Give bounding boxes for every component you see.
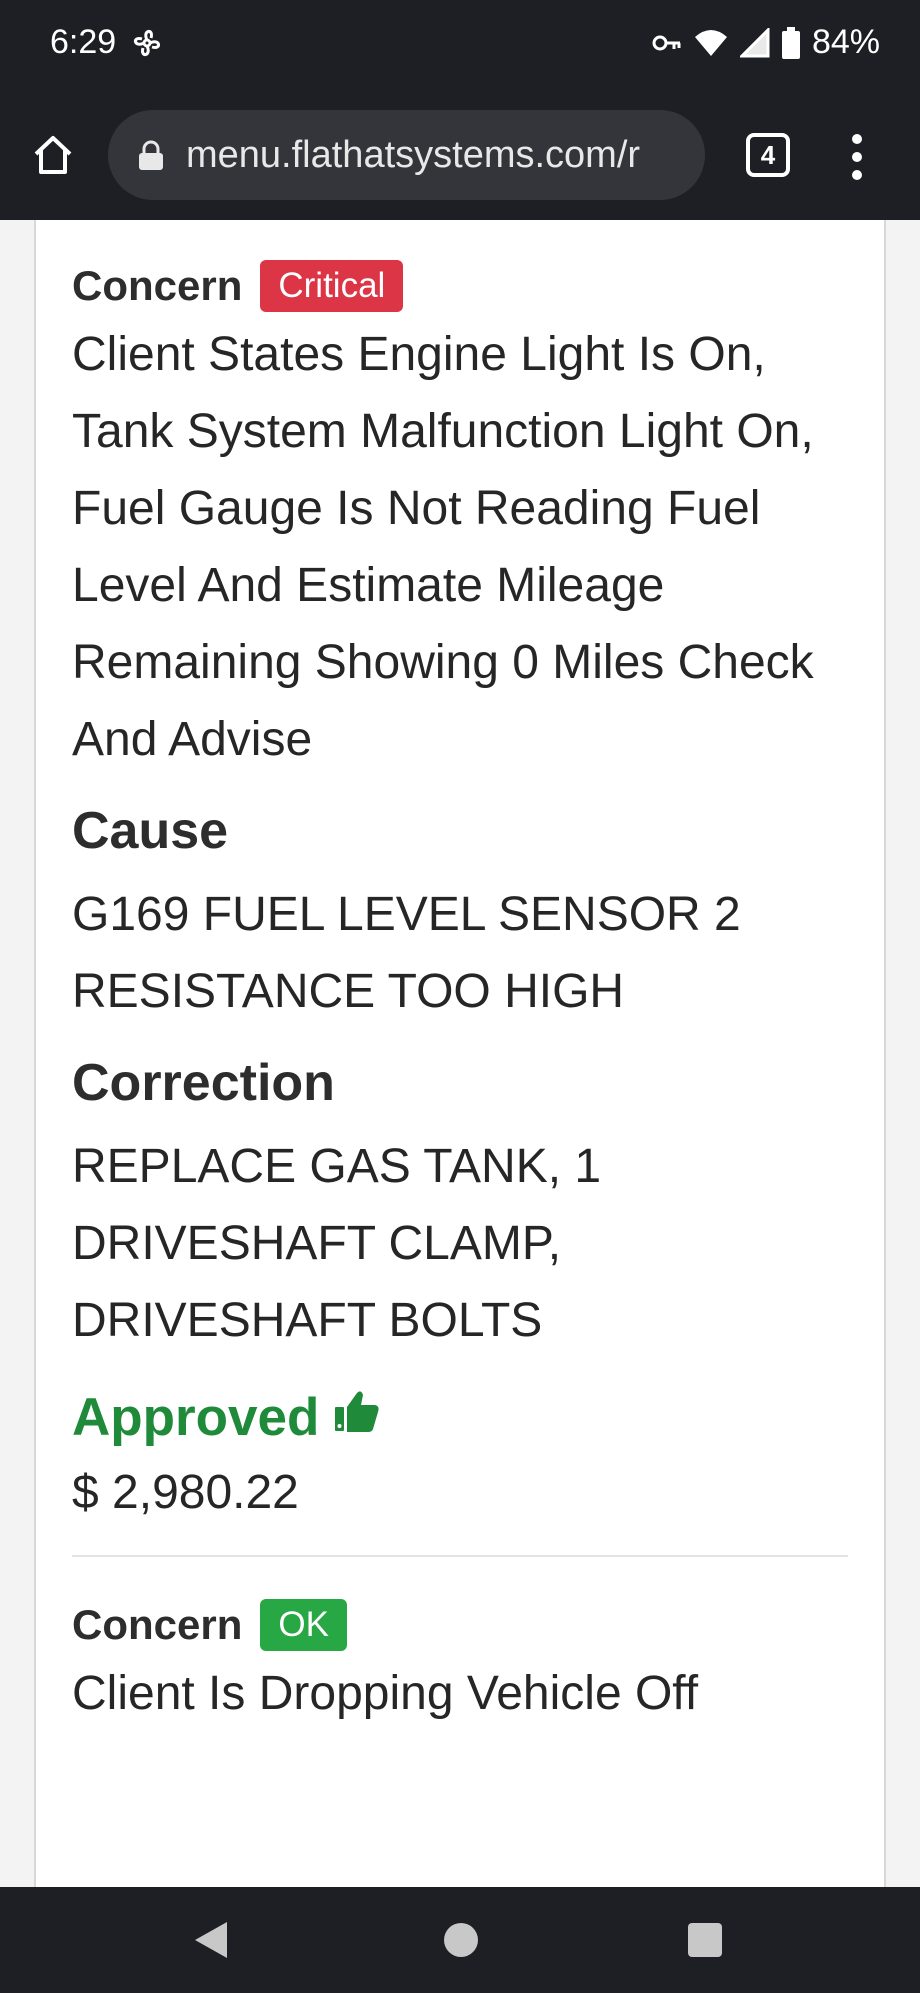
- severity-badge: OK: [260, 1599, 347, 1651]
- cause-text: G169 FUEL LEVEL SENSOR 2 RESISTANCE TOO …: [72, 888, 741, 1018]
- item-divider: [72, 1555, 848, 1557]
- lock-icon: [138, 140, 164, 170]
- approved-label: Approved: [72, 1388, 320, 1447]
- tab-switcher-button[interactable]: 4: [746, 133, 790, 177]
- back-icon[interactable]: [193, 1920, 229, 1965]
- price: $ 2,980.22: [72, 1466, 299, 1519]
- status-bar: 6:29 84%: [0, 0, 920, 85]
- thumbs-up-icon: [333, 1385, 381, 1451]
- fan-icon: [130, 26, 164, 60]
- recent-apps-icon[interactable]: [688, 1923, 722, 1957]
- home-icon[interactable]: [28, 130, 78, 180]
- status-time: 6:29: [50, 23, 117, 61]
- home-nav-icon[interactable]: [444, 1923, 478, 1957]
- battery-icon: [781, 26, 800, 59]
- concern-text: Client Is Dropping Vehicle Off: [72, 1667, 699, 1720]
- page-content: Concern Critical Client States Engine Li…: [0, 220, 920, 1887]
- correction-text: REPLACE GAS TANK, 1 DRIVESHAFT CLAMP, DR…: [72, 1140, 602, 1347]
- more-vert-icon[interactable]: [852, 134, 864, 180]
- signal-icon: [739, 27, 770, 58]
- concern-label: Concern: [72, 1601, 243, 1648]
- concern-label: Concern: [72, 262, 243, 309]
- repair-order-card: Concern Critical Client States Engine Li…: [34, 220, 886, 1887]
- concern-text: Client States Engine Light Is On, Tank S…: [72, 328, 814, 766]
- cause-label: Cause: [72, 802, 229, 860]
- vpn-key-icon: [652, 33, 682, 53]
- correction-label: Correction: [72, 1054, 335, 1112]
- concern-header: Concern Critical: [72, 260, 848, 312]
- address-bar[interactable]: menu.flathatsystems.com/r: [108, 110, 705, 200]
- battery-percent: 84%: [811, 23, 880, 61]
- severity-badge: Critical: [260, 260, 404, 312]
- wifi-icon: [694, 29, 728, 57]
- url-text: menu.flathatsystems.com/r: [186, 133, 641, 176]
- concern-header: Concern OK: [72, 1599, 848, 1651]
- approval-status: Approved: [72, 1385, 848, 1451]
